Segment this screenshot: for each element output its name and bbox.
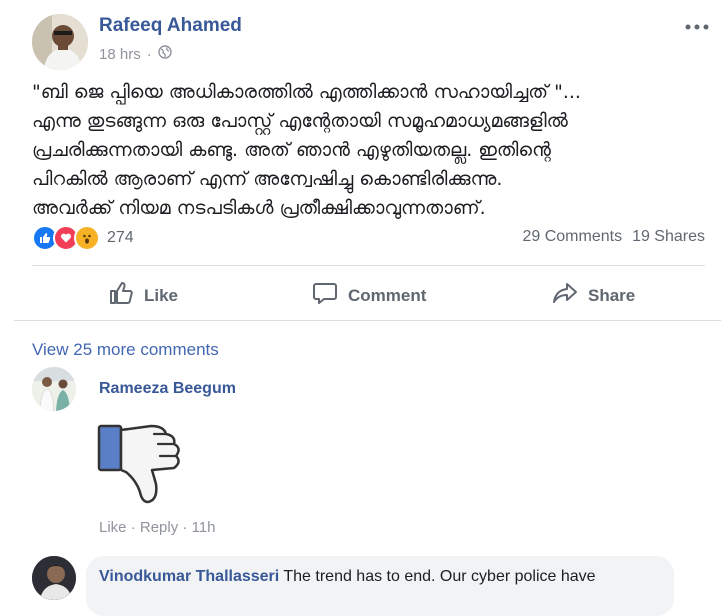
separator: · <box>182 519 188 536</box>
view-more-comments-link[interactable]: View 25 more comments <box>32 340 219 360</box>
comment-time[interactable]: 11h <box>192 519 216 536</box>
share-label: Share <box>588 285 636 305</box>
comment-button[interactable]: Comment <box>312 280 426 311</box>
globe-icon[interactable] <box>158 45 172 63</box>
comment-content: Vinodkumar Thallasseri The trend has to … <box>99 568 596 586</box>
comment-like-link[interactable]: Like <box>99 519 127 536</box>
comments-count[interactable]: 29 Comments <box>522 228 622 246</box>
reactions-summary[interactable]: 274 <box>32 225 134 251</box>
post-time[interactable]: 18 hrs <box>99 46 141 63</box>
thumbs-down-sticker <box>96 422 184 513</box>
comment-label: Comment <box>348 285 427 305</box>
like-label: Like <box>144 285 179 305</box>
meta-separator: · <box>146 45 152 63</box>
thumbs-up-icon <box>108 280 134 311</box>
post-stats: 29 Comments 19 Shares <box>522 228 705 246</box>
commenter-name[interactable]: Vinodkumar Thallasseri <box>99 568 279 585</box>
post-text-line: പിറകിൽ ആരാണ് എന്ന് അന്വേഷിച്ചു കൊണ്ടിരിക… <box>32 168 503 190</box>
post-text: "ബി ജെ പ്പിയെ അധികാരത്തിൽ എത്തിക്കാൻ സഹാ… <box>32 78 712 223</box>
reaction-count: 274 <box>107 229 134 246</box>
like-button[interactable]: Like <box>108 280 178 311</box>
post-text-line: പ്രചരിക്കുന്നതായി കണ്ടു. അത് ഞാൻ എഴുതിയത… <box>32 139 551 161</box>
more-options-button[interactable] <box>685 12 709 34</box>
wow-reaction-icon <box>74 225 100 251</box>
author-name[interactable]: Rafeeq Ahamed <box>99 15 242 37</box>
commenter-name[interactable]: Rameeza Beegum <box>99 380 236 398</box>
commenter-avatar[interactable] <box>32 367 76 411</box>
author-avatar[interactable] <box>32 14 88 70</box>
post-meta: 18 hrs · <box>99 45 172 63</box>
commenter-avatar[interactable] <box>32 556 76 600</box>
comment-actions: Like · Reply · 11h <box>99 519 216 536</box>
divider <box>32 265 705 266</box>
post-text-line: എന്നു തുടങ്ങുന്ന ഒരു പോസ്റ്റ് എന്റേതായി … <box>32 110 568 132</box>
comment-reply-link[interactable]: Reply <box>140 519 178 536</box>
separator: · <box>130 519 136 536</box>
post-text-line: "ബി ജെ പ്പിയെ അധികാരത്തിൽ എത്തിക്കാൻ സഹാ… <box>32 81 581 103</box>
comment-icon <box>312 280 338 311</box>
shares-count[interactable]: 19 Shares <box>632 228 705 246</box>
comment-bubble <box>86 556 674 616</box>
share-button[interactable]: Share <box>552 280 635 311</box>
share-icon <box>552 280 578 311</box>
post-text-line: അവർക്ക് നിയമ നടപടികൾ പ്രതീക്ഷിക്കാവുന്നത… <box>32 197 486 219</box>
comment-text: The trend has to end. Our cyber police h… <box>283 568 596 585</box>
